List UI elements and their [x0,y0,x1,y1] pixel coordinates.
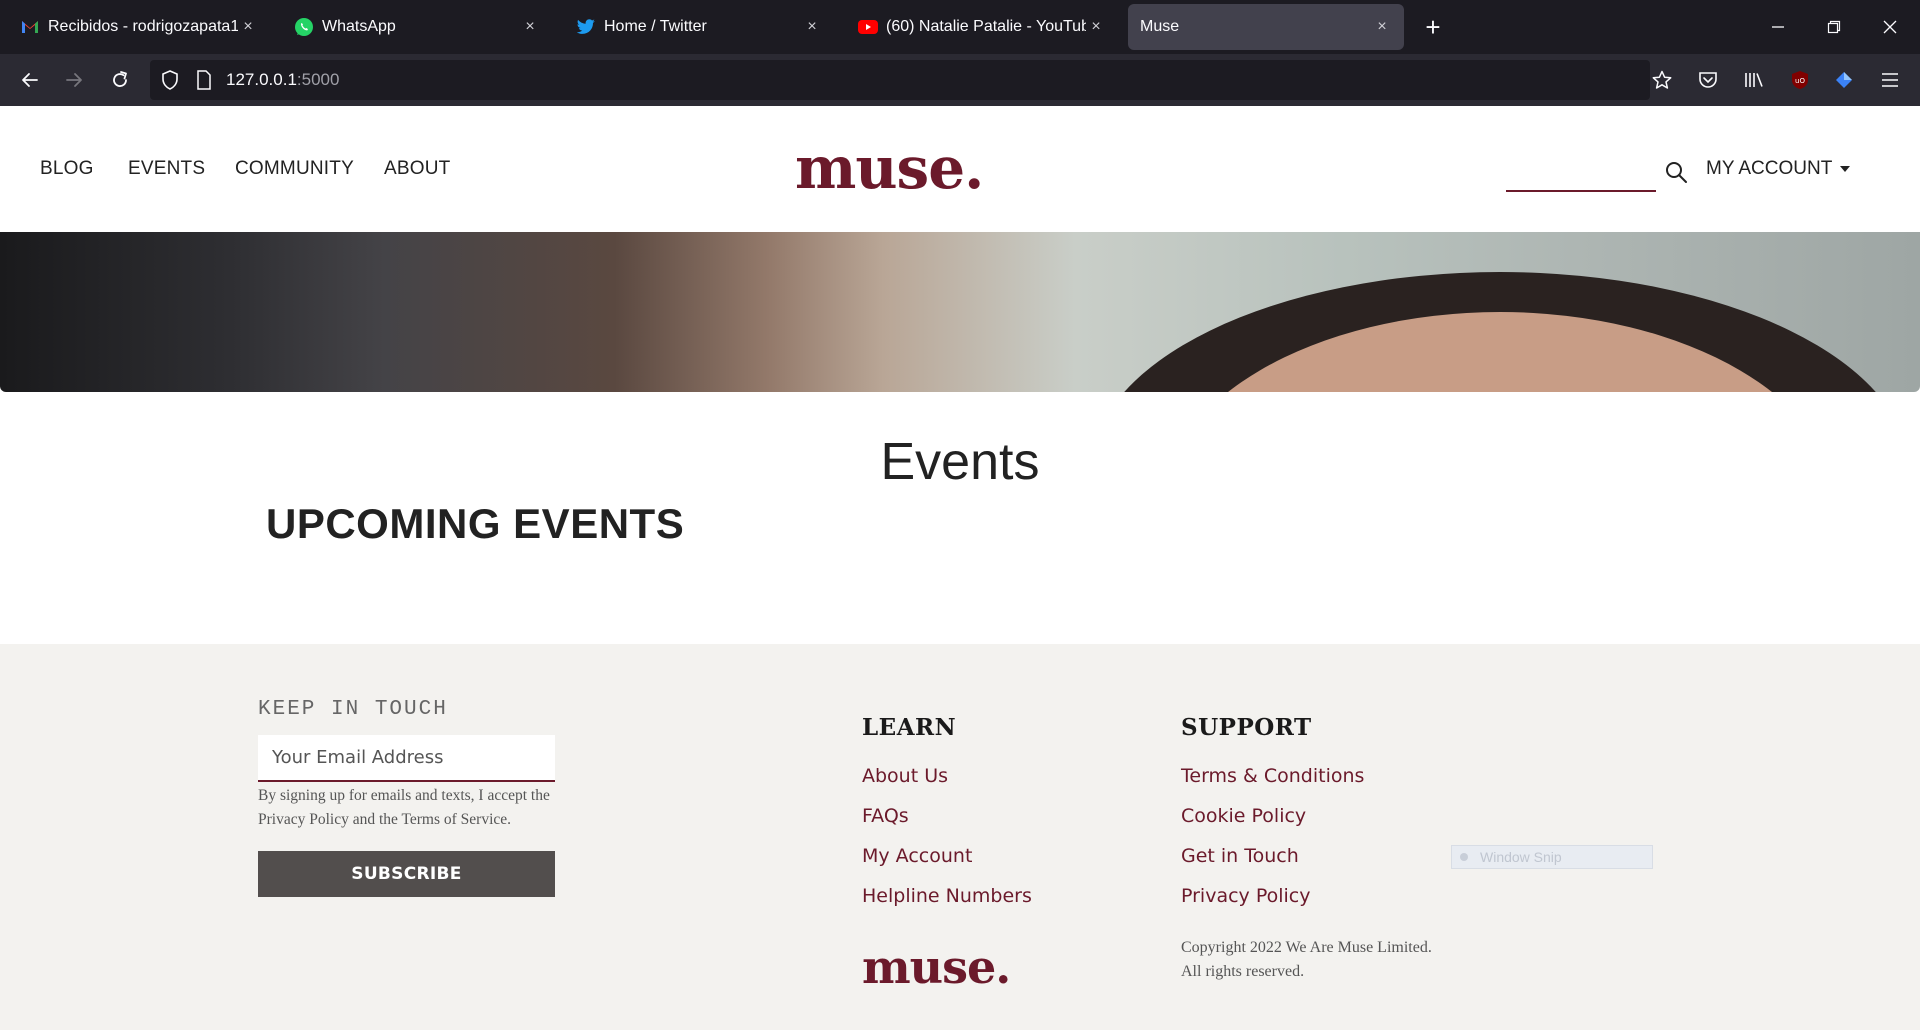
youtube-icon [858,17,878,37]
tab-whatsapp[interactable]: WhatsApp × [282,4,552,50]
close-icon[interactable]: × [1086,18,1106,36]
shield-icon[interactable] [158,68,182,92]
tab-title: (60) Natalie Patalie - YouTube [886,18,1086,35]
new-tab-button[interactable]: + [1416,10,1450,44]
tab-twitter[interactable]: Home / Twitter × [564,4,834,50]
email-field[interactable] [258,735,555,782]
tab-muse[interactable]: Muse × [1128,4,1404,50]
browser-tab-bar: Recibidos - rodrigozapata113@ × WhatsApp… [0,0,1920,54]
hamburger-menu-icon[interactable] [1872,62,1908,98]
search-icon[interactable] [1664,160,1688,184]
snip-dot-icon [1460,853,1468,861]
nav-about[interactable]: ABOUT [384,158,450,180]
address-bar[interactable]: 127.0.0.1:5000 [150,60,1650,100]
footer-link-helpline[interactable]: Helpline Numbers [862,885,1032,907]
nav-events[interactable]: EVENTS [128,158,205,180]
footer-link-terms[interactable]: Terms & Conditions [1181,765,1364,787]
footer-link-cookie-policy[interactable]: Cookie Policy [1181,805,1306,827]
caret-down-icon [1840,166,1851,172]
signup-disclaimer: By signing up for emails and texts, I ac… [258,787,550,828]
svg-text:uO: uO [1795,77,1805,85]
ublock-icon[interactable]: uO [1782,62,1818,98]
footer-link-faqs[interactable]: FAQs [862,805,909,827]
bookmark-star-icon[interactable] [1644,62,1680,98]
close-icon[interactable]: × [520,18,540,36]
page-title: Events [880,433,1040,491]
section-title: UPCOMING EVENTS [266,500,685,547]
nav-blog[interactable]: BLOG [40,158,94,180]
close-icon[interactable]: × [238,18,258,36]
copyright-line: Copyright 2022 We Are Muse Limited. [1181,939,1432,956]
close-icon[interactable]: × [802,18,822,36]
whatsapp-icon [294,17,314,37]
back-arrow-icon[interactable] [12,62,48,98]
copyright: Copyright 2022 We Are Muse Limited. All … [1181,936,1481,984]
footer-link-my-account[interactable]: My Account [862,845,972,867]
tab-gmail[interactable]: Recibidos - rodrigozapata113@ × [8,4,270,50]
site-footer: KEEP IN TOUCH By signing up for emails a… [0,644,1920,1030]
footer-link-get-in-touch[interactable]: Get in Touch [1181,845,1299,867]
search-input[interactable] [1506,190,1656,192]
site-logo[interactable]: muse. [795,134,984,202]
gmail-icon [20,17,40,37]
forward-arrow-icon[interactable] [56,62,92,98]
nav-community[interactable]: COMMUNITY [235,158,354,180]
url-text: 127.0.0.1:5000 [226,70,340,89]
tab-title: WhatsApp [322,18,396,35]
window-snip-overlay: Window Snip [1451,845,1653,869]
restore-icon[interactable] [1806,0,1862,54]
reload-icon[interactable] [102,62,138,98]
browser-toolbar: 127.0.0.1:5000 uO [0,54,1920,106]
close-icon[interactable]: × [1372,18,1392,36]
tab-title: Muse [1140,18,1180,35]
footer-link-privacy-policy[interactable]: Privacy Policy [1181,885,1310,907]
copyright-line: All rights reserved. [1181,963,1305,980]
library-icon[interactable] [1736,62,1772,98]
my-account-label: MY ACCOUNT [1706,158,1833,179]
my-account-menu[interactable]: MY ACCOUNT [1706,158,1851,180]
footer-link-about-us[interactable]: About Us [862,765,948,787]
minimize-icon[interactable] [1750,0,1806,54]
extension-icon[interactable] [1826,62,1862,98]
site-header: BLOG EVENTS COMMUNITY ABOUT muse. MY ACC… [0,106,1920,232]
page-icon[interactable] [192,68,216,92]
pocket-icon[interactable] [1690,62,1726,98]
tab-title: Home / Twitter [604,18,707,35]
footer-logo[interactable]: muse. [862,940,1011,994]
tab-title: Recibidos - rodrigozapata113@ [48,18,238,35]
close-window-icon[interactable] [1862,0,1918,54]
support-heading: SUPPORT [1181,714,1312,741]
subscribe-button[interactable]: SUBSCRIBE [258,851,555,897]
snip-label: Window Snip [1480,849,1562,865]
twitter-icon [576,17,596,37]
learn-heading: LEARN [862,714,957,741]
tab-youtube[interactable]: (60) Natalie Patalie - YouTube × [846,4,1118,50]
hero-banner [0,232,1920,392]
keep-in-touch-heading: KEEP IN TOUCH [258,698,448,721]
